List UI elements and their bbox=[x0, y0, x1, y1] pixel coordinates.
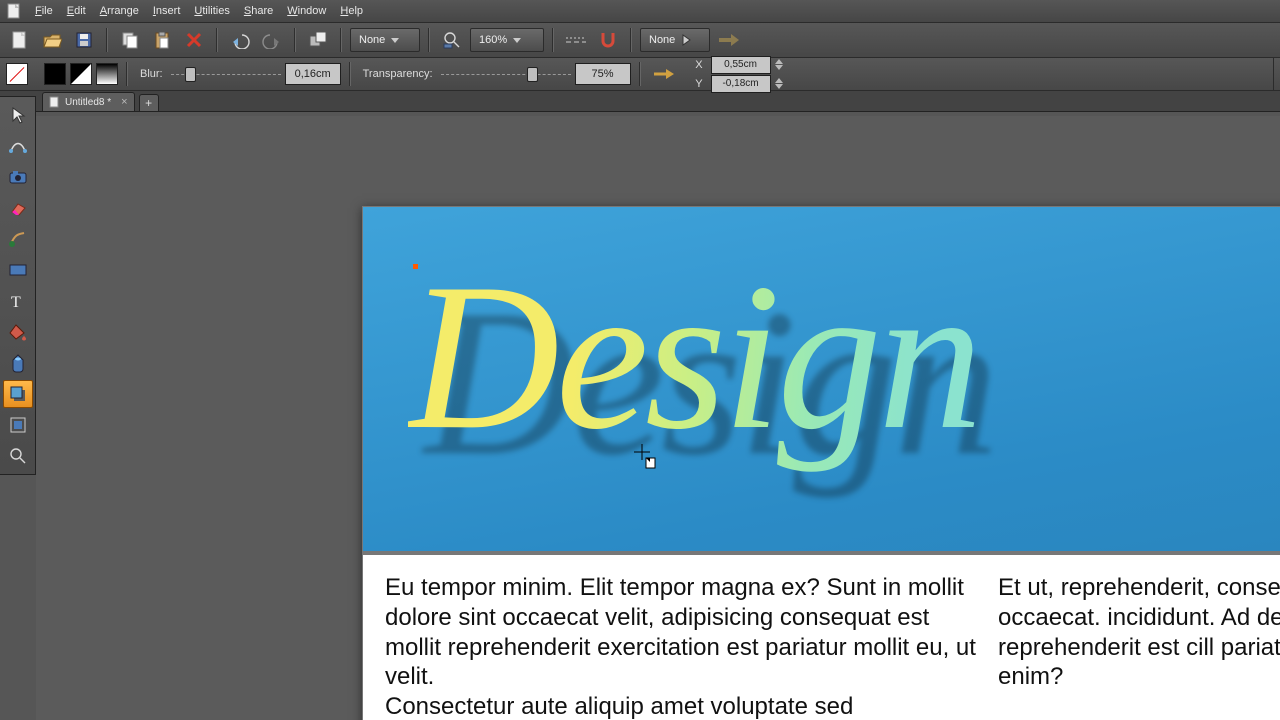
x-spinner[interactable] bbox=[775, 59, 785, 70]
menu-share[interactable]: Share bbox=[237, 3, 280, 19]
chevron-down-icon bbox=[513, 38, 521, 43]
fill-none-swatch[interactable] bbox=[6, 63, 28, 85]
new-file-button[interactable] bbox=[6, 26, 34, 54]
line-dropdown-value: None bbox=[649, 34, 675, 46]
shadow-tool[interactable] bbox=[3, 380, 33, 408]
text-columns: Eu tempor minim. Elit tempor magna ex? S… bbox=[363, 555, 1280, 720]
zoom-value: 160% bbox=[479, 34, 507, 46]
menu-help[interactable]: Help bbox=[333, 3, 370, 19]
play-icon bbox=[681, 33, 691, 47]
save-button[interactable] bbox=[70, 26, 98, 54]
transparency-input[interactable] bbox=[575, 63, 631, 85]
transparency-tool[interactable] bbox=[3, 349, 33, 377]
delete-button[interactable] bbox=[180, 26, 208, 54]
menu-insert[interactable]: Insert bbox=[146, 3, 188, 19]
fill-bw-swatch[interactable] bbox=[70, 63, 92, 85]
banner-area[interactable]: Design Design bbox=[363, 207, 1280, 555]
blur-label: Blur: bbox=[136, 68, 167, 80]
zoom-tool[interactable] bbox=[3, 442, 33, 470]
eraser-tool[interactable] bbox=[3, 194, 33, 222]
tool-palette: T bbox=[0, 96, 36, 475]
crop-tool[interactable] bbox=[3, 411, 33, 439]
apply-arrow-button[interactable] bbox=[649, 60, 677, 88]
paste-button[interactable] bbox=[148, 26, 176, 54]
chevron-down-icon bbox=[391, 38, 399, 43]
menu-window[interactable]: Window bbox=[280, 3, 333, 19]
effect-dropdown-value: None bbox=[359, 34, 385, 46]
new-tab-button[interactable]: + bbox=[139, 94, 159, 111]
design-text-object[interactable]: Design Design bbox=[408, 237, 979, 478]
tab-title: Untitled8 * bbox=[65, 97, 111, 108]
redo-button[interactable] bbox=[258, 26, 286, 54]
camera-tool[interactable] bbox=[3, 163, 33, 191]
x-input[interactable] bbox=[711, 56, 771, 74]
fill-gradient-swatch[interactable] bbox=[96, 63, 118, 85]
coordinates-box: X Y bbox=[689, 56, 785, 93]
brush-tool[interactable] bbox=[3, 225, 33, 253]
column-2[interactable]: Et ut, reprehenderit, consequat occaecat… bbox=[998, 573, 1280, 720]
line-dropdown[interactable]: None bbox=[640, 28, 710, 52]
menu-utilities[interactable]: Utilities bbox=[187, 3, 236, 19]
blur-input[interactable] bbox=[285, 63, 341, 85]
zoom-dropdown[interactable]: 160% bbox=[470, 28, 544, 52]
selector-tool[interactable] bbox=[3, 101, 33, 129]
main-toolbar: None 160% None bbox=[0, 23, 1280, 58]
document-icon bbox=[49, 96, 59, 108]
design-text: Design bbox=[408, 237, 979, 478]
menu-arrange[interactable]: Arrange bbox=[93, 3, 146, 19]
open-file-button[interactable] bbox=[38, 26, 66, 54]
page[interactable]: Design Design Eu tempor minim. Elit temp… bbox=[362, 206, 1280, 720]
menu-edit[interactable]: Edit bbox=[60, 3, 93, 19]
transparency-label: Transparency: bbox=[359, 68, 437, 80]
effect-dropdown[interactable]: None bbox=[350, 28, 420, 52]
text-tool[interactable]: T bbox=[3, 287, 33, 315]
zoom-tool-button[interactable] bbox=[438, 26, 466, 54]
transparency-slider[interactable] bbox=[441, 64, 571, 84]
app-icon bbox=[6, 3, 22, 19]
freehand-tool[interactable] bbox=[3, 132, 33, 160]
arrow-forward-button[interactable] bbox=[714, 26, 742, 54]
properties-toolbar: Blur: Transparency: X Y bbox=[0, 58, 1280, 91]
document-tab[interactable]: Untitled8 * × bbox=[42, 92, 135, 111]
menu-file[interactable]: File bbox=[28, 3, 60, 19]
canvas-workspace[interactable]: Design Design Eu tempor minim. Elit temp… bbox=[36, 116, 1280, 720]
blur-slider[interactable] bbox=[171, 64, 281, 84]
dash-style-button[interactable] bbox=[562, 26, 590, 54]
group-button[interactable] bbox=[304, 26, 332, 54]
y-spinner[interactable] bbox=[775, 78, 785, 89]
menu-bar: File Edit Arrange Insert Utilities Share… bbox=[0, 0, 1280, 23]
column-1[interactable]: Eu tempor minim. Elit tempor magna ex? S… bbox=[385, 573, 980, 720]
rectangle-tool[interactable] bbox=[3, 256, 33, 284]
tab-close-icon[interactable]: × bbox=[121, 96, 127, 108]
svg-text:T: T bbox=[11, 294, 21, 310]
document-tabstrip: Untitled8 * × + bbox=[0, 91, 1280, 112]
y-input[interactable] bbox=[711, 75, 771, 93]
undo-button[interactable] bbox=[226, 26, 254, 54]
copy-button[interactable] bbox=[116, 26, 144, 54]
fill-solid-swatch[interactable] bbox=[44, 63, 66, 85]
snap-button[interactable] bbox=[594, 26, 622, 54]
y-label: Y bbox=[689, 78, 707, 90]
fill-tool[interactable] bbox=[3, 318, 33, 346]
x-label: X bbox=[689, 59, 707, 71]
